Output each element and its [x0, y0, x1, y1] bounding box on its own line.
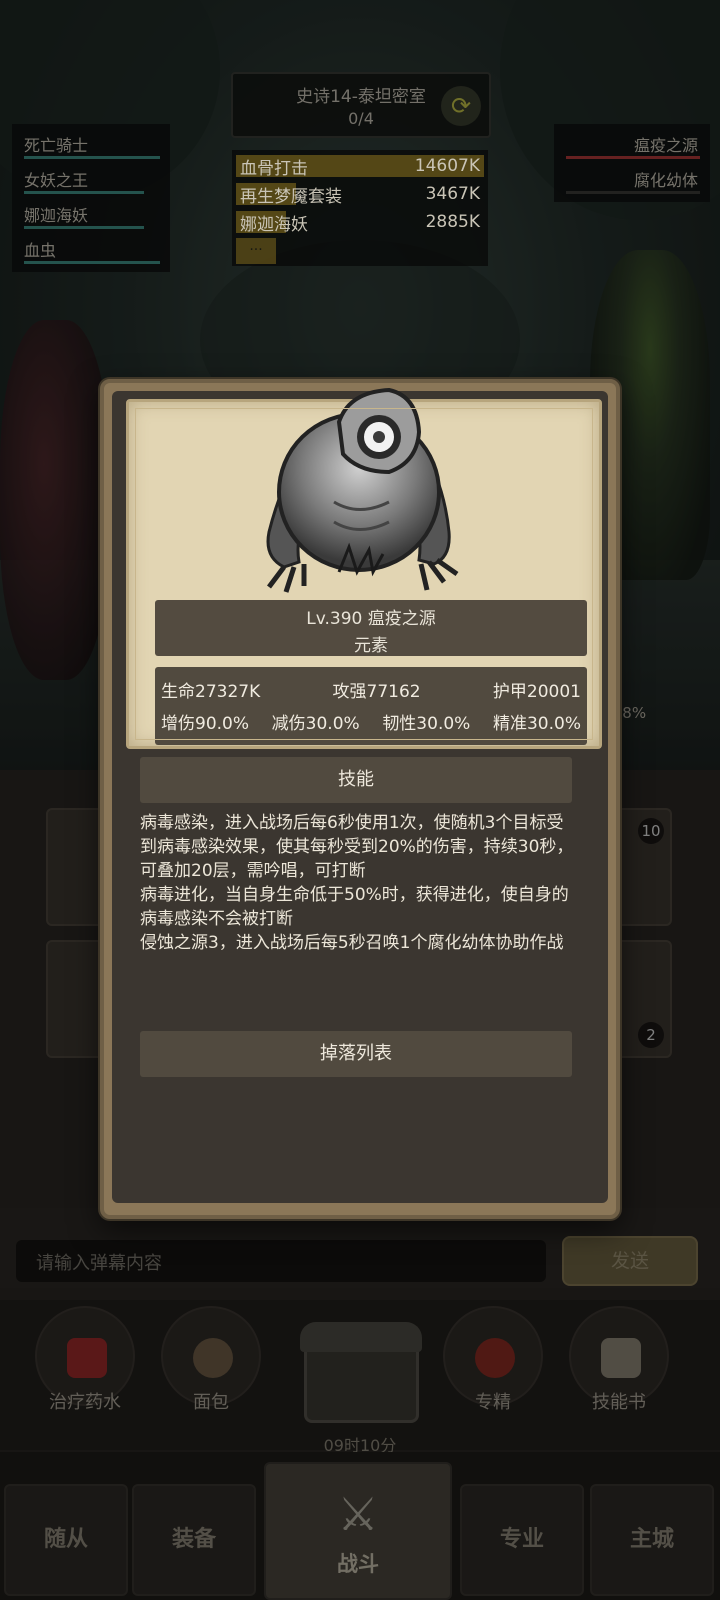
drop-list-button[interactable]: 掉落列表 — [140, 1031, 572, 1077]
damage-value: 3467K — [425, 184, 480, 204]
boss-stats: 生命27327K 攻强77162 护甲20001 增伤90.0% 减伤30.0%… — [155, 667, 587, 745]
boss-element: 元素 — [354, 636, 388, 656]
modal-body: Lv.390 瘟疫之源 元素 生命27327K 攻强77162 护甲20001 … — [112, 387, 608, 1203]
stat-armor: 护甲20001 — [492, 682, 581, 702]
boss-level-name: Lv.390 瘟疫之源 — [306, 609, 436, 629]
stat-hp: 生命27327K — [161, 682, 261, 702]
boss-name-banner: Lv.390 瘟疫之源 元素 — [155, 600, 587, 656]
boss-info-modal: Lv.390 瘟疫之源 元素 生命27327K 攻强77162 护甲20001 … — [100, 379, 620, 1219]
skill-virus-evolution: 病毒进化，当自身生命低于50%时，获得进化，使自身的病毒感染不会被打断 — [140, 885, 569, 929]
stat-damage-reduction: 减伤30.0% — [271, 714, 360, 734]
boss-portrait-card: Lv.390 瘟疫之源 元素 生命27327K 攻强77162 护甲20001 … — [126, 387, 602, 749]
skill-description: 病毒感染，进入战场后每6秒使用1次，使随机3个目标受到病毒感染效果，使其每秒受到… — [140, 811, 576, 955]
stat-accuracy: 精准30.0% — [492, 714, 581, 734]
damage-value: 14607K — [414, 156, 480, 176]
damage-source: 血骨打击 — [240, 158, 308, 179]
stat-tenacity: 韧性30.0% — [382, 714, 471, 734]
stat-attack: 攻强77162 — [332, 682, 421, 702]
stats-row: 生命27327K 攻强77162 护甲20001 — [161, 677, 581, 709]
stat-damage-bonus: 增伤90.0% — [161, 714, 250, 734]
damage-value: 2885K — [425, 212, 480, 232]
damage-source: 娜迦海妖 — [240, 214, 308, 235]
boss-portrait — [266, 387, 459, 593]
skill-virus-infection: 病毒感染，进入战场后每6秒使用1次，使随机3个目标受到病毒感染效果，使其每秒受到… — [140, 813, 574, 881]
damage-source: 再生梦魇套装 — [240, 186, 342, 207]
skill-erosion-source: 侵蚀之源3，进入战场后每5秒召唤1个腐化幼体协助作战 — [140, 933, 564, 953]
stats-row: 增伤90.0% 减伤30.0% 韧性30.0% 精准30.0% — [161, 709, 581, 741]
skills-header[interactable]: 技能 — [140, 757, 572, 803]
